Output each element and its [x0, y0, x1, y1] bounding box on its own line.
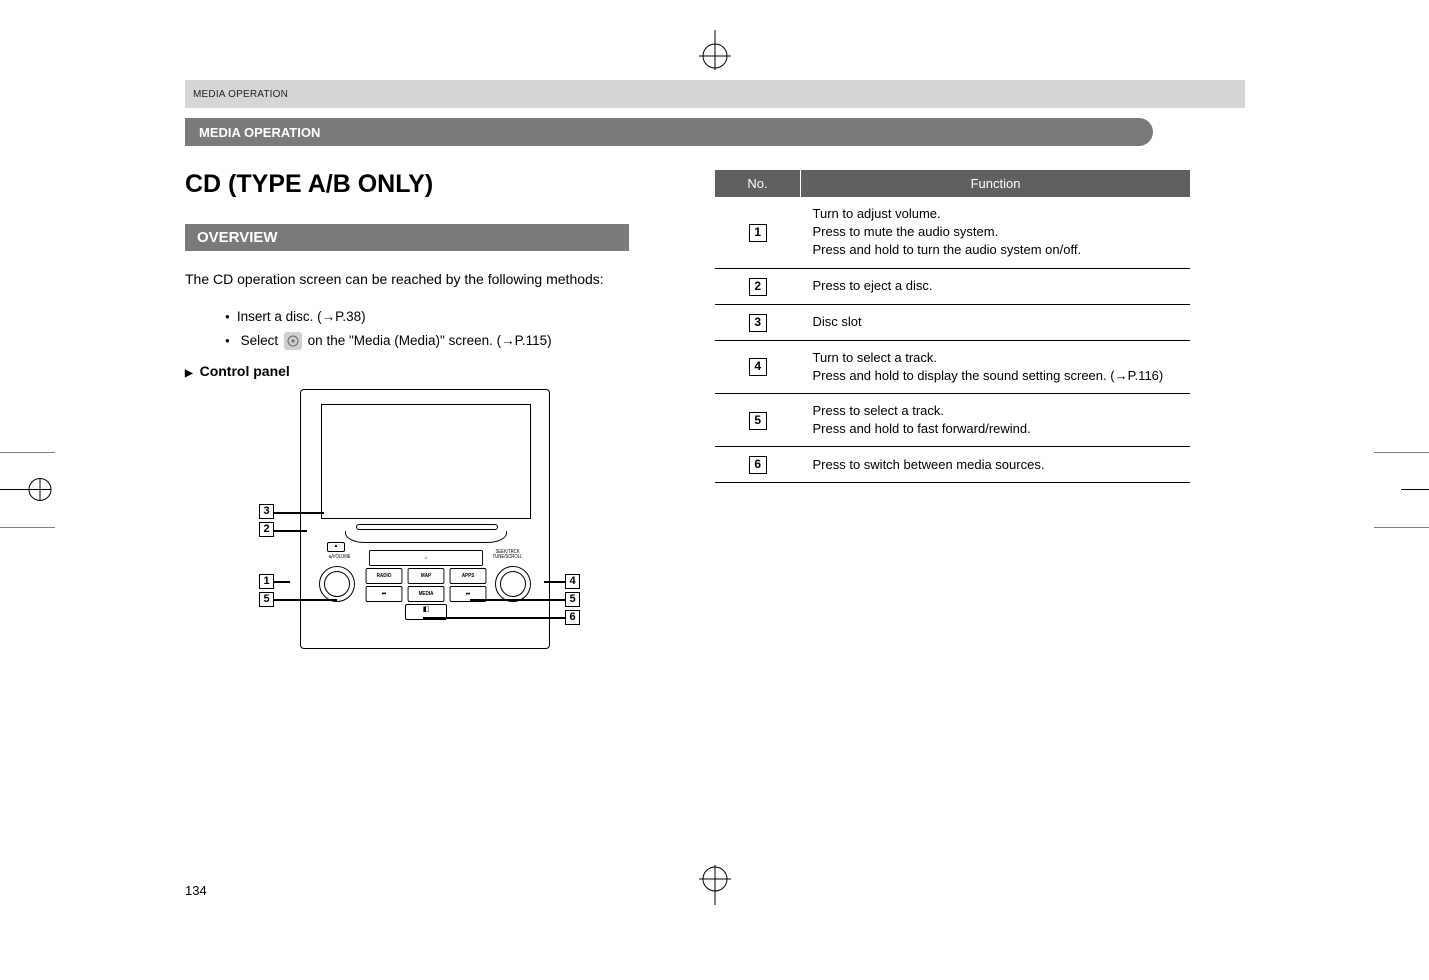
- crop-mark-left: [0, 453, 55, 528]
- running-header: MEDIA OPERATION: [185, 80, 1245, 108]
- crop-mark-right: [1374, 453, 1429, 528]
- table-row: 6 Press to switch between media sources.: [715, 447, 1190, 483]
- page-number: 134: [185, 883, 207, 898]
- overview-subhead: OVERVIEW: [185, 224, 629, 251]
- bullet-select-post: on the "Media (Media)" screen. (→P.115): [308, 333, 552, 348]
- table-header-row: No. Function: [715, 170, 1190, 197]
- running-header-text: MEDIA OPERATION: [193, 89, 288, 100]
- tune-knob: [495, 566, 531, 602]
- row-func-3: Disc slot: [801, 304, 1191, 340]
- crop-mark-top: [675, 30, 755, 70]
- row-num-1: 1: [749, 224, 767, 242]
- disc-slot: [356, 524, 498, 530]
- control-panel-label-text: Control panel: [200, 363, 290, 379]
- right-column: No. Function 1 Turn to adjust volume. Pr…: [715, 170, 1185, 669]
- row-func-1: Turn to adjust volume. Press to mute the…: [801, 197, 1191, 268]
- callout-4-line: [544, 581, 566, 582]
- bullet-select-cd: Select on the "Media (Media)" screen. (→…: [225, 329, 655, 353]
- row-num-6: 6: [749, 456, 767, 474]
- media-button: MEDIA: [408, 586, 445, 602]
- button-row-1: ⌂: [364, 550, 488, 566]
- head-unit: ▲ ᴓ/VOLUME SEEK/TRCKTUNE/SCROLL ⌂ RADIO …: [300, 389, 550, 649]
- row-num-4: 4: [749, 358, 767, 376]
- function-table: No. Function 1 Turn to adjust volume. Pr…: [715, 170, 1190, 483]
- row-func-6: Press to switch between media sources.: [801, 447, 1191, 483]
- bullet-insert-disc: Insert a disc. (→P.38): [225, 305, 655, 329]
- radio-button: RADIO: [366, 568, 403, 584]
- row-func-5: Press to select a track. Press and hold …: [801, 393, 1191, 446]
- control-panel-label: Control panel: [185, 363, 655, 379]
- th-function: Function: [801, 170, 1191, 197]
- apps-button: APPS: [450, 568, 487, 584]
- callout-2: 2: [259, 522, 274, 537]
- th-no: No.: [715, 170, 801, 197]
- callout-3: 3: [259, 504, 274, 519]
- overview-subhead-text: OVERVIEW: [197, 229, 278, 246]
- row-num-3: 3: [749, 314, 767, 332]
- volume-knob-label: ᴓ/VOLUME: [329, 554, 351, 560]
- eject-button-icon: ▲: [327, 542, 345, 552]
- table-row: 2 Press to eject a disc.: [715, 268, 1190, 304]
- tune-knob-label: SEEK/TRCKTUNE/SCROLL: [493, 550, 523, 560]
- section-heading-text: MEDIA OPERATION: [199, 125, 320, 140]
- callout-5l-line: [274, 599, 337, 600]
- row-num-5: 5: [749, 412, 767, 430]
- bullet-list: Insert a disc. (→P.38) Select on the "Me…: [185, 305, 655, 354]
- intro-paragraph: The CD operation screen can be reached b…: [185, 269, 655, 291]
- prev-track-button: ⏮: [366, 586, 403, 602]
- bullet-select-pre: Select: [241, 333, 279, 348]
- map-button: MAP: [408, 568, 445, 584]
- callout-6: 6: [565, 610, 580, 625]
- callout-1-line: [274, 581, 290, 582]
- head-unit-screen: [321, 404, 531, 519]
- home-button: ⌂: [369, 550, 483, 566]
- button-row-2: RADIO MAP APPS: [364, 568, 488, 584]
- callout-2-line: [274, 530, 307, 531]
- callout-6-line: [423, 617, 566, 618]
- table-row: 4 Turn to select a track. Press and hold…: [715, 340, 1190, 393]
- volume-knob: [319, 566, 355, 602]
- callout-4: 4: [565, 574, 580, 589]
- page-content: MEDIA OPERATION MEDIA OPERATION CD (TYPE…: [185, 80, 1245, 900]
- row-func-4: Turn to select a track. Press and hold t…: [801, 340, 1191, 393]
- callout-5-left: 5: [259, 592, 274, 607]
- callout-3-line: [274, 512, 324, 513]
- callout-5r-line: [470, 599, 566, 600]
- callout-1: 1: [259, 574, 274, 589]
- page-title: CD (TYPE A/B ONLY): [185, 170, 655, 199]
- row-num-2: 2: [749, 278, 767, 296]
- left-column: CD (TYPE A/B ONLY) OVERVIEW The CD opera…: [185, 170, 655, 669]
- control-panel-diagram: ▲ ᴓ/VOLUME SEEK/TRCKTUNE/SCROLL ⌂ RADIO …: [255, 389, 585, 669]
- section-heading: MEDIA OPERATION: [185, 118, 1153, 146]
- table-row: 1 Turn to adjust volume. Press to mute t…: [715, 197, 1190, 268]
- table-row: 3 Disc slot: [715, 304, 1190, 340]
- disc-slot-surround: [345, 531, 507, 543]
- cd-icon: [284, 332, 302, 350]
- table-row: 5 Press to select a track. Press and hol…: [715, 393, 1190, 446]
- callout-5-right: 5: [565, 592, 580, 607]
- row-func-2: Press to eject a disc.: [801, 268, 1191, 304]
